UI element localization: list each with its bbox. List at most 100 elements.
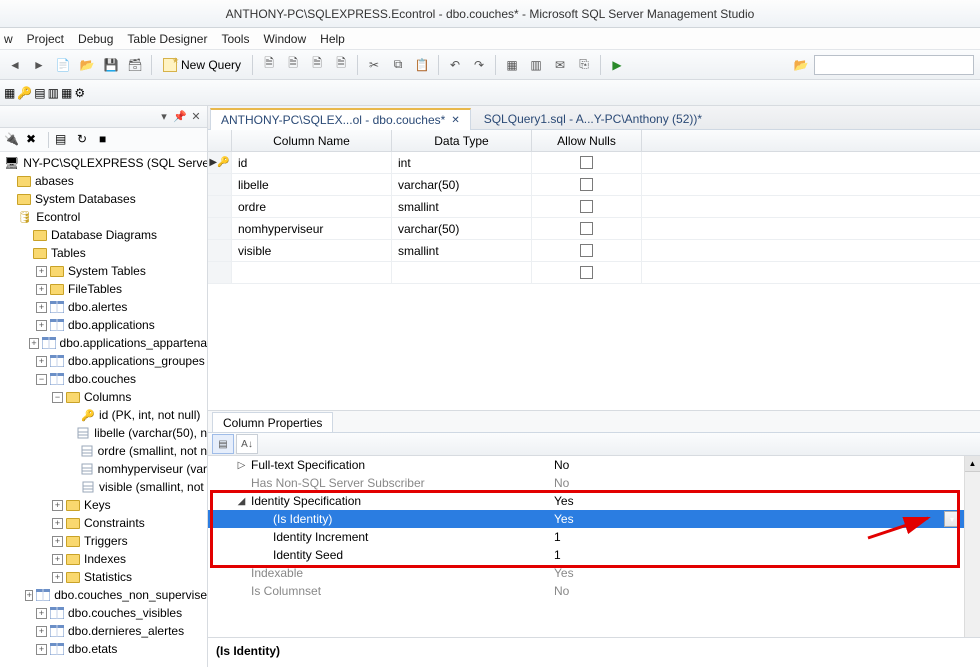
cell-allow-nulls[interactable] (532, 196, 642, 217)
expander-icon[interactable]: + (36, 608, 47, 619)
expander-icon[interactable]: + (36, 284, 47, 295)
tb-icon-5[interactable]: ▦ (501, 54, 523, 76)
expander-icon[interactable]: + (36, 356, 47, 367)
table-row[interactable]: nomhyperviseurvarchar(50) (208, 218, 980, 240)
alphabetical-button[interactable]: A↓ (236, 434, 258, 454)
menu-item[interactable]: Debug (78, 32, 113, 46)
cell-column-name[interactable]: id (232, 152, 392, 173)
disconnect-icon[interactable]: ✖ (26, 132, 42, 148)
tree-item[interactable]: nomhyperviseur (var (0, 460, 207, 478)
menu-item[interactable]: Tools (221, 32, 249, 46)
property-value[interactable]: No (548, 584, 944, 598)
save-all-icon[interactable]: 🗃 (124, 54, 146, 76)
property-row[interactable]: Identity Seed1 (208, 546, 964, 564)
filter-icon[interactable]: ▤ (55, 132, 71, 148)
tree-item[interactable]: −Columns (0, 388, 207, 406)
tb-right-icon[interactable]: 📂 (790, 54, 812, 76)
expander-icon[interactable]: + (25, 590, 33, 601)
cell-column-name[interactable]: ordre (232, 196, 392, 217)
refresh-icon[interactable]: ↻ (77, 132, 93, 148)
cell-allow-nulls[interactable] (532, 262, 642, 283)
expander-icon[interactable]: ◢ (236, 496, 247, 507)
expander-icon[interactable]: + (36, 644, 47, 655)
property-value[interactable]: No (548, 458, 944, 472)
property-row[interactable]: IndexableYes (208, 564, 964, 582)
expander-icon[interactable]: − (52, 392, 63, 403)
tree-item[interactable]: System Databases (0, 190, 207, 208)
menu-bar[interactable]: wProjectDebugTable DesignerToolsWindowHe… (0, 28, 980, 50)
row-selector[interactable] (208, 218, 232, 239)
stop-icon[interactable]: ■ (99, 132, 115, 148)
nav-back-icon[interactable]: ◄ (4, 54, 26, 76)
properties-scrollbar[interactable]: ▲ (964, 456, 980, 637)
document-tab[interactable]: ANTHONY-PC\SQLEX...ol - dbo.couches* ✕ (210, 108, 471, 130)
td-icon-4[interactable]: ▥ (48, 86, 59, 100)
cut-icon[interactable]: ✂ (363, 54, 385, 76)
checkbox-icon[interactable] (580, 178, 593, 191)
td-icon-6[interactable]: ⚙ (74, 86, 85, 100)
scroll-up-icon[interactable]: ▲ (965, 456, 980, 472)
table-row[interactable]: visiblesmallint (208, 240, 980, 262)
cell-column-name[interactable]: visible (232, 240, 392, 261)
tab-close-icon[interactable]: ✕ (451, 115, 459, 126)
close-icon[interactable]: ✕ (189, 110, 203, 124)
property-row[interactable]: ◢Identity SpecificationYes (208, 492, 964, 510)
expander-icon[interactable]: + (36, 302, 47, 313)
new-project-icon[interactable]: 📄 (52, 54, 74, 76)
cell-allow-nulls[interactable] (532, 218, 642, 239)
tb-icon-3[interactable]: 🗎 (306, 54, 328, 76)
tree-item[interactable]: abases (0, 172, 207, 190)
row-selector[interactable] (208, 196, 232, 217)
tree-item[interactable]: visible (smallint, not (0, 478, 207, 496)
cell-allow-nulls[interactable] (532, 152, 642, 173)
property-value[interactable]: Yes (548, 566, 944, 580)
new-query-button[interactable]: New Query (157, 54, 247, 76)
tree-item[interactable]: +dbo.alertes (0, 298, 207, 316)
cell-allow-nulls[interactable] (532, 240, 642, 261)
grid-header-colname[interactable]: Column Name (232, 130, 392, 151)
tree-item[interactable]: +Keys (0, 496, 207, 514)
expander-icon[interactable]: + (52, 536, 63, 547)
cell-data-type[interactable]: int (392, 152, 532, 173)
tree-item[interactable]: ordre (smallint, not n (0, 442, 207, 460)
property-value[interactable]: 1 (548, 530, 944, 544)
tb-icon-6[interactable]: ▥ (525, 54, 547, 76)
tree-item[interactable]: +dbo.couches_visibles (0, 604, 207, 622)
expander-icon[interactable]: + (52, 554, 63, 565)
categorized-button[interactable]: ▤ (212, 434, 234, 454)
tree-item[interactable]: +dbo.dernieres_alertes (0, 622, 207, 640)
tree-item[interactable]: −dbo.couches (0, 370, 207, 388)
cell-allow-nulls[interactable] (532, 174, 642, 195)
expander-icon[interactable]: + (52, 572, 63, 583)
tb-icon-2[interactable]: 🗎 (282, 54, 304, 76)
tree-item[interactable]: +System Tables (0, 262, 207, 280)
tree-item[interactable]: +dbo.etats (0, 640, 207, 658)
tree-item[interactable]: +dbo.applications (0, 316, 207, 334)
menu-item[interactable]: Help (320, 32, 345, 46)
document-tab[interactable]: SQLQuery1.sql - A...Y-PC\Anthony (52))* (473, 107, 713, 129)
menu-item[interactable]: Project (27, 32, 64, 46)
checkbox-icon[interactable] (580, 222, 593, 235)
property-row[interactable]: ▷Full-text SpecificationNo (208, 456, 964, 474)
grid-header-nulls[interactable]: Allow Nulls (532, 130, 642, 151)
tree-item[interactable]: +Indexes (0, 550, 207, 568)
nav-fwd-icon[interactable]: ► (28, 54, 50, 76)
tree-item[interactable]: Tables (0, 244, 207, 262)
tree-item[interactable]: +dbo.applications_groupes (0, 352, 207, 370)
property-value[interactable]: 1 (548, 548, 944, 562)
copy-icon[interactable]: ⧉ (387, 54, 409, 76)
property-row[interactable]: Identity Increment1 (208, 528, 964, 546)
tree-item[interactable]: 🛢Econtrol (0, 208, 207, 226)
td-icon-5[interactable]: ▦ (61, 86, 72, 100)
undo-icon[interactable]: ↶ (444, 54, 466, 76)
menu-item[interactable]: w (4, 32, 13, 46)
expander-icon[interactable]: ▷ (236, 460, 247, 471)
tree-item[interactable]: 🔑id (PK, int, not null) (0, 406, 207, 424)
cell-column-name[interactable] (232, 262, 392, 283)
row-selector[interactable] (208, 240, 232, 261)
save-icon[interactable]: 💾 (100, 54, 122, 76)
property-row[interactable]: Has Non-SQL Server SubscriberNo (208, 474, 964, 492)
table-row[interactable]: ordresmallint (208, 196, 980, 218)
cell-column-name[interactable]: libelle (232, 174, 392, 195)
tree-item[interactable]: +Triggers (0, 532, 207, 550)
